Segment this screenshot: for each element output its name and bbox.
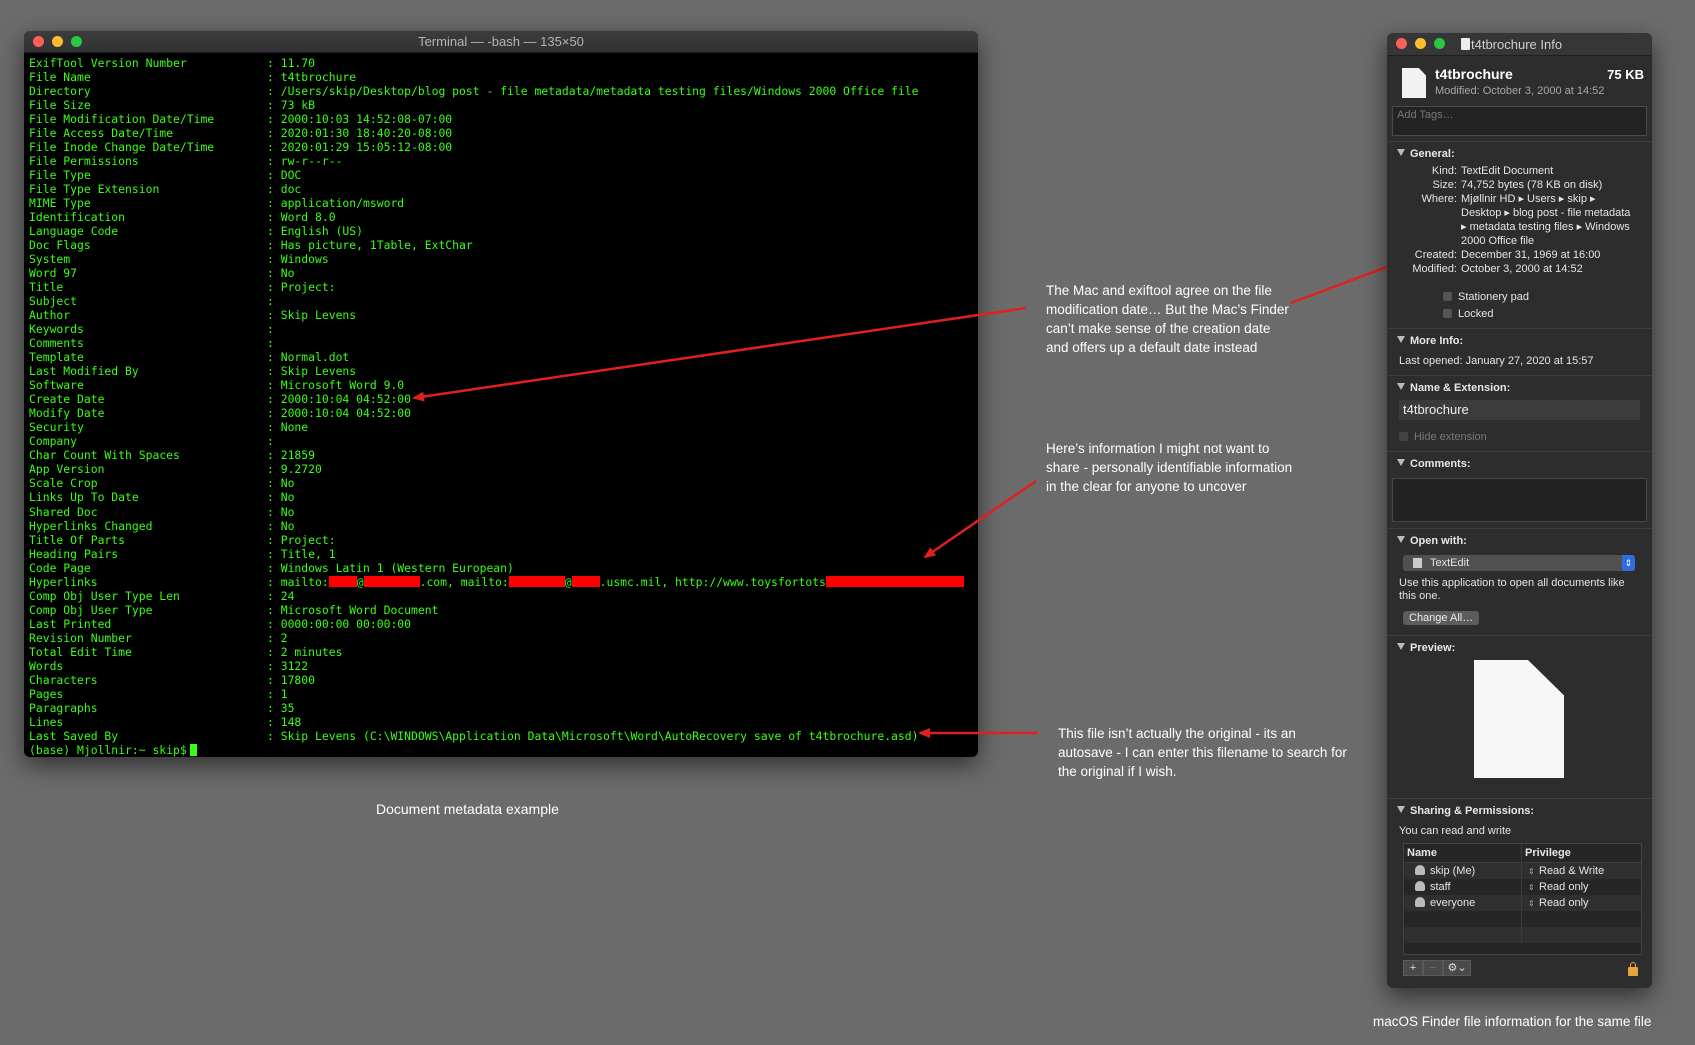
more-info-disclosure[interactable]: More Info: <box>1387 329 1652 351</box>
disclosure-triangle-icon[interactable] <box>1397 459 1405 466</box>
where-row: Where: Mjøllnir HD ▸ Users ▸ skip ▸ Deskt… <box>1421 193 1631 247</box>
table-row[interactable]: staff ⇕ Read only <box>1404 879 1641 895</box>
lock-icon[interactable] <box>1628 962 1638 976</box>
stationery-pad-checkbox[interactable]: Stationery pad <box>1443 288 1652 305</box>
file-size: 75 KB <box>1607 67 1644 82</box>
zoom-button[interactable] <box>1434 38 1445 49</box>
locked-checkbox[interactable]: Locked <box>1443 305 1652 322</box>
disclosure-triangle-icon[interactable] <box>1397 149 1405 156</box>
open-with-disclosure[interactable]: Open with: <box>1387 529 1652 551</box>
disclosure-triangle-icon[interactable] <box>1397 536 1405 543</box>
document-preview-icon <box>1474 660 1564 778</box>
table-row[interactable]: everyone ⇕ Read only <box>1404 895 1641 911</box>
everyone-icon <box>1415 897 1425 907</box>
close-button[interactable] <box>1396 38 1407 49</box>
arrow-to-hyperlinks <box>923 479 1037 559</box>
info-header: t4tbrochure 75 KB Modified: October 3, 2… <box>1387 56 1652 106</box>
chevron-updown-icon[interactable]: ⇕ <box>1528 880 1536 896</box>
comments-input[interactable] <box>1392 478 1647 522</box>
name-field[interactable]: t4tbrochure <box>1399 400 1640 420</box>
file-name: t4tbrochure <box>1435 66 1513 82</box>
document-icon <box>1402 68 1426 98</box>
created-row: Created: December 31, 1969 at 16:00 <box>1414 249 1601 261</box>
last-opened: Last opened: January 27, 2020 at 15:57 <box>1399 355 1594 367</box>
info-title: t4tbrochure Info <box>1471 37 1563 52</box>
gear-menu-button[interactable]: ⚙⌄ <box>1443 960 1471 976</box>
permissions-toolbar: + − ⚙⌄ <box>1403 960 1471 976</box>
preview-disclosure[interactable]: Preview: <box>1387 636 1652 658</box>
chevron-updown-icon[interactable]: ⇕ <box>1622 555 1635 571</box>
sharing-disclosure[interactable]: Sharing & Permissions: <box>1387 799 1652 821</box>
arrow-to-created-field <box>1290 260 1402 305</box>
annotation-note-autosave: This file isn’t actually the original - … <box>1058 726 1347 779</box>
chevron-updown-icon[interactable]: ⇕ <box>1528 896 1536 912</box>
disclosure-triangle-icon[interactable] <box>1397 806 1405 813</box>
table-row <box>1404 927 1641 943</box>
preview-section: Preview: <box>1387 635 1652 798</box>
size-row: Size: 74,752 bytes (78 KB on disk) <box>1432 179 1603 191</box>
finder-caption: macOS Finder file information for the sa… <box>1373 1014 1652 1029</box>
info-titlebar[interactable]: t4tbrochure Info <box>1387 33 1652 56</box>
sharing-description: You can read and write <box>1399 825 1512 837</box>
chevron-updown-icon[interactable]: ⇕ <box>1528 864 1536 880</box>
table-row <box>1404 911 1641 927</box>
annotation-note-pii: Here’s information I might not want to s… <box>1046 441 1293 494</box>
kind-row: Kind: TextEdit Document <box>1431 165 1554 177</box>
permissions-header: Name Privilege <box>1404 844 1641 863</box>
modified-row: Modified: October 3, 2000 at 14:52 <box>1412 263 1583 275</box>
disclosure-triangle-icon[interactable] <box>1397 336 1405 343</box>
group-icon <box>1415 881 1425 891</box>
sharing-section: Sharing & Permissions: You can read and … <box>1387 798 1652 955</box>
general-section: General: Kind: TextEdit Document Size: 74,… <box>1387 141 1652 322</box>
change-all-button[interactable]: Change All… <box>1403 611 1480 625</box>
comments-disclosure[interactable]: Comments: <box>1387 452 1652 474</box>
more-info-section: More Info: Last opened: January 27, 2020… <box>1387 328 1652 375</box>
annotation-note-dates: The Mac and exiftool agree on the file m… <box>1046 283 1289 355</box>
finder-info-window[interactable]: t4tbrochure Info t4tbrochure 75 KB Modif… <box>1387 33 1652 988</box>
general-disclosure[interactable]: General: <box>1387 142 1652 164</box>
permissions-table[interactable]: Name Privilege skip (Me) ⇕ Read & Write st… <box>1403 843 1642 955</box>
table-row[interactable]: skip (Me) ⇕ Read & Write <box>1404 863 1641 879</box>
remove-user-button[interactable]: − <box>1423 960 1443 976</box>
open-with-select[interactable]: TextEdit ⇕ <box>1403 555 1635 571</box>
arrow-to-create-date <box>412 306 1027 402</box>
name-extension-section: Name & Extension: t4tbrochure Hide exten… <box>1387 375 1652 445</box>
document-icon <box>1461 38 1470 50</box>
minimize-button[interactable] <box>1415 38 1426 49</box>
user-icon <box>1415 865 1425 875</box>
add-user-button[interactable]: + <box>1403 960 1423 976</box>
tags-field[interactable]: Add Tags… <box>1392 106 1647 136</box>
permissions-rows: skip (Me) ⇕ Read & Write staff ⇕ Read only e… <box>1404 863 1641 943</box>
comments-section: Comments: <box>1387 451 1652 522</box>
hide-extension-checkbox[interactable]: Hide extension <box>1399 428 1652 445</box>
open-with-section: Open with: TextEdit ⇕ Use this applicati… <box>1387 528 1652 635</box>
disclosure-triangle-icon[interactable] <box>1397 643 1405 650</box>
file-modified: Modified: October 3, 2000 at 14:52 <box>1435 85 1605 97</box>
open-with-description: Use this application to open all documen… <box>1399 577 1625 602</box>
textedit-icon <box>1413 558 1422 568</box>
disclosure-triangle-icon[interactable] <box>1397 383 1405 390</box>
name-extension-disclosure[interactable]: Name & Extension: <box>1387 376 1652 398</box>
